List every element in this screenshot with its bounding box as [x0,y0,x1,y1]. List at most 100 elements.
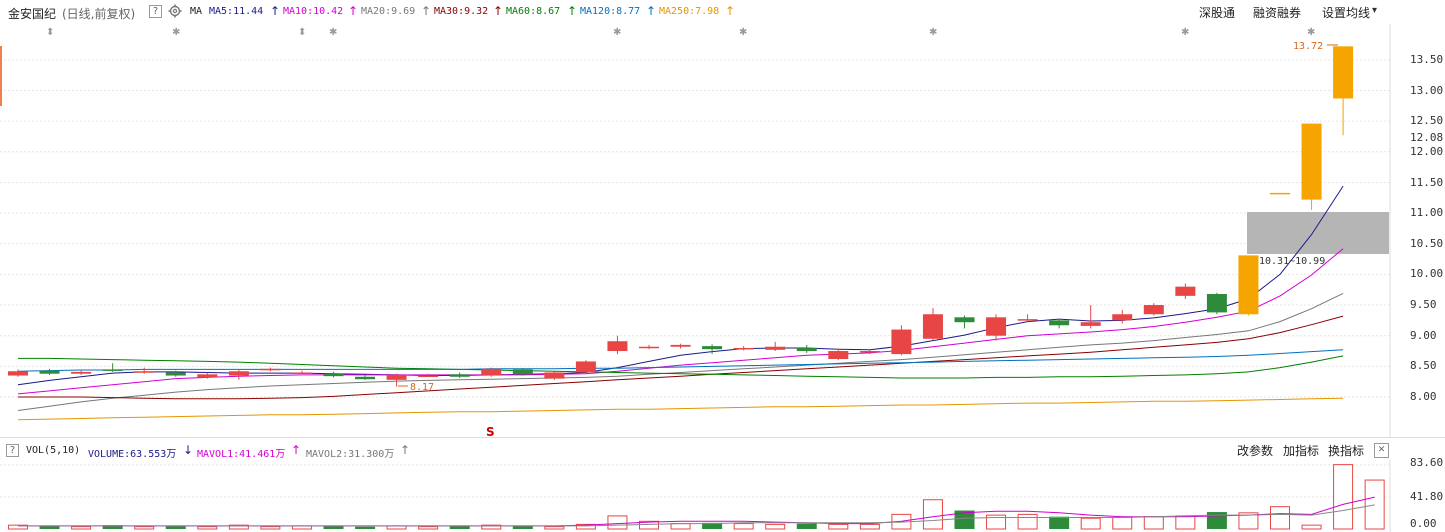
candle-body [733,347,754,350]
volume-tick: 41.80 [1410,490,1444,503]
candle-body [986,317,1007,336]
volume-down-arrow-icon: ↓ [183,443,194,457]
switch-indicator-button[interactable]: 换指标 [1328,442,1364,459]
candle-body [165,372,186,376]
event-marker-icon: ✱ [929,27,937,38]
event-marker-icon: ✱ [1181,27,1189,38]
volume-bar [670,523,691,530]
volume-bar [1333,464,1354,530]
volume-bar [260,526,281,530]
ma120-line [17,349,1344,372]
volume-bar [1049,516,1070,529]
candle-body [1333,46,1354,99]
low-label: 8.17 [410,382,434,393]
event-marker-icon: ✱ [329,27,337,38]
candle-body [323,373,344,377]
ma250-line [17,397,1344,421]
event-marker-icon: ⬍ [46,27,54,38]
candle-body [922,314,943,339]
candle-body [702,346,723,350]
left-edge-indicator [0,46,2,106]
candle-body [1301,123,1322,200]
candle-body [71,371,92,374]
price-tick: 8.50 [1410,359,1437,372]
volume-bar [607,515,628,530]
price-gap-box [1247,212,1389,254]
vol-label: VOL(5,10) [26,445,81,456]
price-tick: 10.00 [1410,267,1444,280]
candle-body [449,374,470,377]
candle-body [228,371,249,376]
event-marker-icon: ✱ [1307,27,1315,38]
volume-help-icon[interactable]: ? [6,444,19,457]
ma5-line [17,185,1344,386]
candle-body [670,344,691,347]
moving-average-lines [17,185,1344,421]
high-label: 13.72 [1293,41,1323,52]
volume-bar [765,523,786,530]
volume-bar [418,526,439,530]
candle-body [765,346,786,350]
volume-bar [828,523,849,530]
candle-body [1049,320,1070,326]
mavol1-line [18,496,1375,527]
price-tick: 9.50 [1410,298,1437,311]
candle-body [1206,294,1227,313]
volume-bar [1364,479,1385,530]
price-tick: 9.00 [1410,329,1437,342]
candle-body [1143,305,1164,315]
candle-body [8,371,28,376]
candle-body [1080,322,1101,326]
volume-header: ? VOL(5,10) VOLUME:63.553万 ↓ MAVOL1:41.4… [0,441,1445,461]
volume-bar [355,526,376,529]
volume-ma-lines [18,496,1375,527]
candle-body [607,341,628,352]
close-icon[interactable]: ✕ [1374,443,1389,458]
volume-tick: 0.00 [1410,517,1437,530]
volume-bar [197,526,218,530]
change-params-button[interactable]: 改参数 [1237,442,1273,459]
mavol1-value: MAVOL1:41.461万 [197,449,286,460]
volume-bar [859,523,880,530]
gap-label: 10.31~10.99 [1259,256,1325,267]
candle-body [355,376,376,380]
mavol2-line [18,504,1375,527]
event-marker-icon: ⬍ [298,27,306,38]
candle-body [1175,286,1196,296]
pane-divider[interactable] [0,437,1445,438]
mavol2-arrow-icon: ↑ [400,443,411,457]
add-indicator-button[interactable]: 加指标 [1283,442,1319,459]
volume-bar [134,526,155,530]
candle-body [291,372,312,374]
volume-bar [1175,515,1196,530]
price-tick: 10.50 [1410,237,1444,250]
candle-body [828,351,849,359]
event-marker-icon: ✱ [172,27,180,38]
event-marker-icon: ✱ [613,27,621,38]
candle-body [1017,319,1038,321]
candle-body [796,347,817,352]
candle-body [481,368,502,375]
volume-bar [1301,524,1322,530]
candle-body [386,374,407,380]
mavol2-value: MAVOL2:31.300万 [306,449,395,460]
mavol1-arrow-icon: ↑ [291,443,302,457]
ma30-line [18,315,1344,400]
candle-body [197,374,218,378]
volume-value: VOLUME:63.553万 [88,449,177,460]
candle-body [1238,255,1259,315]
candle-body [954,317,975,323]
candle-body [512,369,533,375]
price-tick: 12.00 [1410,145,1444,158]
price-tick: 13.00 [1410,84,1444,97]
candle-body [134,371,155,373]
candle-body [102,369,123,371]
candle-body [639,346,659,349]
volume-bar [71,526,92,530]
event-markers: ⬍ ✱ ⬍ ✱ ✱ ✱ ✱ ✱ ✱ [46,27,1315,38]
candle-body [1112,314,1133,321]
volume-bar [922,499,943,530]
volume-bar [1017,513,1038,530]
volume-bar [544,526,565,530]
volume-bar [733,523,754,530]
